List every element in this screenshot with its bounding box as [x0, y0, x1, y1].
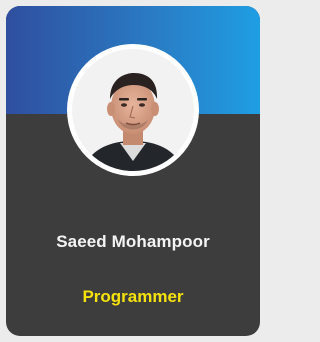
profile-name: Saeed Mohampoor: [56, 232, 210, 251]
avatar: [67, 44, 199, 176]
avatar-photo: [72, 49, 194, 171]
profile-card: Saeed Mohampoor Programmer: [6, 6, 260, 336]
profile-role: Programmer: [82, 287, 184, 306]
